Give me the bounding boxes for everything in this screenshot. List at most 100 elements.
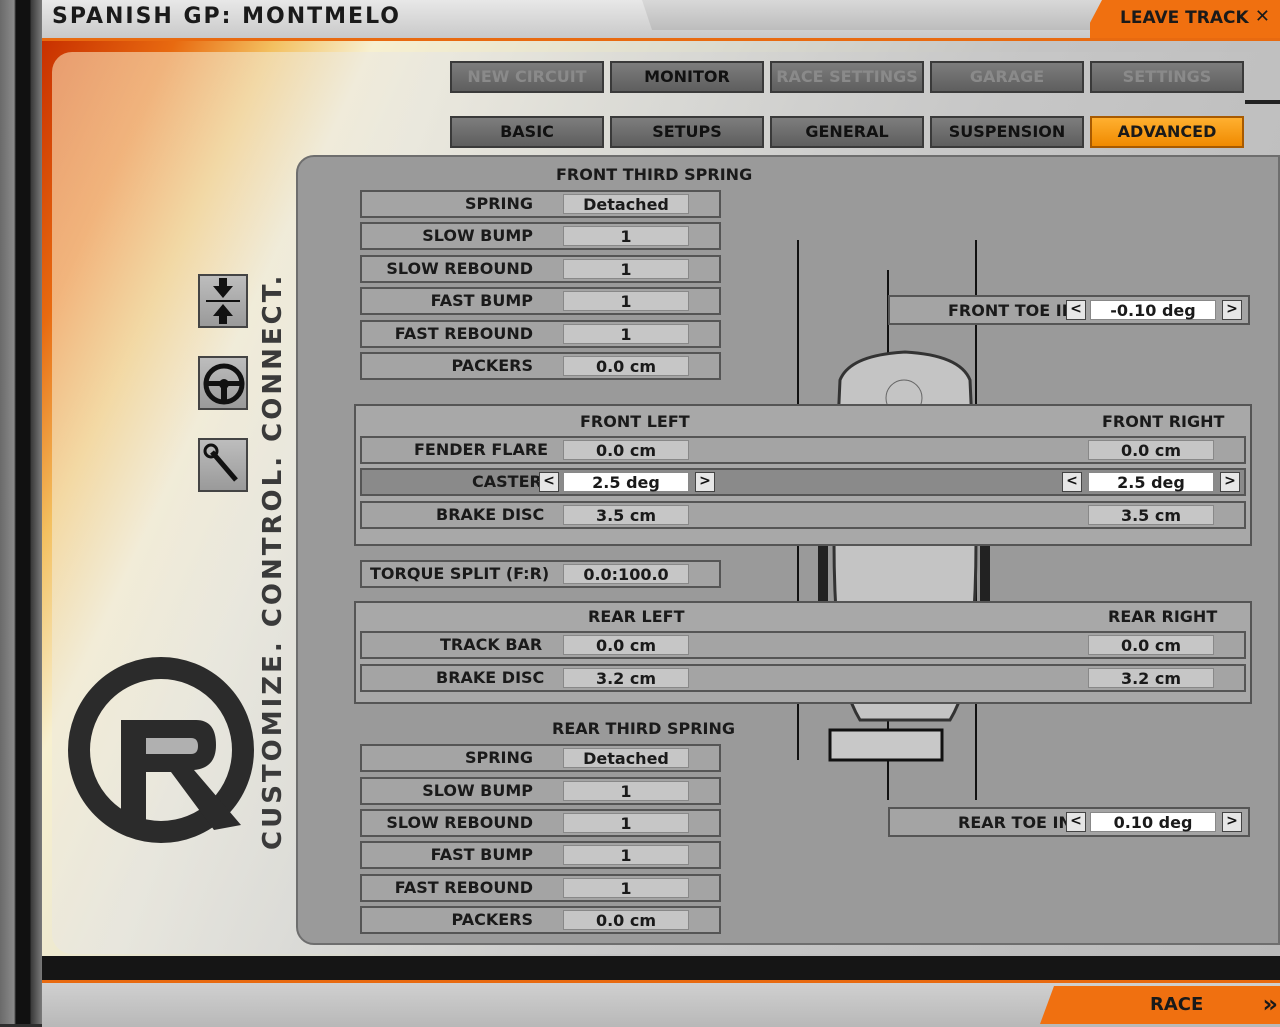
- caster-left-increase-button[interactable]: >: [695, 472, 715, 492]
- front-fast-rebound-value[interactable]: 1: [563, 324, 689, 344]
- track-bar-row: TRACK BAR 0.0 cm 0.0 cm: [360, 631, 1246, 659]
- rear-slow-bump-value[interactable]: 1: [563, 781, 689, 801]
- wrench-icon[interactable]: [198, 438, 248, 492]
- fender-flare-left-value[interactable]: 0.0 cm: [563, 440, 689, 460]
- front-toe-increase-button[interactable]: >: [1222, 300, 1242, 320]
- rear-slow-rebound-value[interactable]: 1: [563, 813, 689, 833]
- caster-left-decrease-button[interactable]: <: [539, 472, 559, 492]
- rear-packers-row: PACKERS 0.0 cm: [360, 906, 721, 934]
- rear-fast-bump-row: FAST BUMP 1: [360, 841, 721, 869]
- caster-left-value[interactable]: 2.5 deg: [563, 472, 689, 492]
- rear-toe-value[interactable]: 0.10 deg: [1090, 812, 1216, 832]
- title-bar-notch: [642, 0, 1122, 30]
- rear-spring-value[interactable]: Detached: [563, 748, 689, 768]
- row-label: FAST REBOUND: [394, 878, 533, 897]
- front-third-spring-title: FRONT THIRD SPRING: [556, 165, 753, 184]
- row-label: FAST REBOUND: [394, 324, 533, 343]
- rear-spring-row: SPRING Detached: [360, 744, 721, 772]
- leave-track-button[interactable]: LEAVE TRACK ✕: [1090, 0, 1280, 38]
- bottom-divider: [42, 956, 1280, 980]
- rear-brake-disc-right-value[interactable]: 3.2 cm: [1088, 668, 1214, 688]
- front-right-title: FRONT RIGHT: [1102, 412, 1225, 431]
- brand-logo: [68, 657, 254, 843]
- tab-setups[interactable]: SETUPS: [610, 116, 764, 148]
- tab-settings[interactable]: SETTINGS: [1090, 61, 1244, 93]
- row-label: CASTER: [472, 472, 542, 491]
- front-spring-row: SPRING Detached: [360, 190, 721, 218]
- left-frame-strip: [0, 0, 42, 1024]
- rear-fast-bump-value[interactable]: 1: [563, 845, 689, 865]
- row-label: SLOW BUMP: [422, 226, 533, 245]
- row-label: FENDER FLARE: [414, 440, 549, 459]
- torque-split-value[interactable]: 0.0:100.0: [563, 564, 689, 584]
- row-label: SLOW BUMP: [422, 781, 533, 800]
- rear-brake-disc-left-value[interactable]: 3.2 cm: [563, 668, 689, 688]
- row-label: SPRING: [464, 748, 533, 767]
- front-toe-value[interactable]: -0.10 deg: [1090, 300, 1216, 320]
- torque-split-row: TORQUE SPLIT (F:R) 0.0:100.0: [360, 560, 721, 588]
- front-fast-bump-row: FAST BUMP 1: [360, 287, 721, 315]
- compress-arrows-icon[interactable]: [198, 274, 248, 328]
- row-label: PACKERS: [451, 910, 533, 929]
- page-title: SPANISH GP: MONTMELO: [52, 4, 401, 29]
- caster-right-decrease-button[interactable]: <: [1062, 472, 1082, 492]
- front-brake-disc-row: BRAKE DISC 3.5 cm 3.5 cm: [360, 501, 1246, 529]
- tab-advanced[interactable]: ADVANCED: [1090, 116, 1244, 148]
- close-icon: ✕: [1254, 6, 1270, 27]
- row-label: BRAKE DISC: [436, 505, 545, 524]
- rear-toe-label: REAR TOE IN: [958, 813, 1072, 832]
- track-bar-right-value[interactable]: 0.0 cm: [1088, 635, 1214, 655]
- rear-toe-increase-button[interactable]: >: [1222, 812, 1242, 832]
- front-packers-row: PACKERS 0.0 cm: [360, 352, 721, 380]
- caster-right-value[interactable]: 2.5 deg: [1088, 472, 1214, 492]
- front-packers-value[interactable]: 0.0 cm: [563, 356, 689, 376]
- row-label: SLOW REBOUND: [386, 259, 533, 278]
- rear-packers-value[interactable]: 0.0 cm: [563, 910, 689, 930]
- front-slow-bump-value[interactable]: 1: [563, 226, 689, 246]
- fender-flare-row: FENDER FLARE 0.0 cm 0.0 cm: [360, 436, 1246, 464]
- front-toe-decrease-button[interactable]: <: [1066, 300, 1086, 320]
- rear-slow-rebound-row: SLOW REBOUND 1: [360, 809, 721, 837]
- rear-toe-row: REAR TOE IN < 0.10 deg >: [888, 807, 1250, 837]
- row-label: SLOW REBOUND: [386, 813, 533, 832]
- row-label: TORQUE SPLIT (F:R): [370, 564, 550, 583]
- rear-third-spring-title: REAR THIRD SPRING: [552, 719, 735, 738]
- front-fast-bump-value[interactable]: 1: [563, 291, 689, 311]
- front-slow-rebound-row: SLOW REBOUND 1: [360, 255, 721, 283]
- rear-left-title: REAR LEFT: [588, 607, 685, 626]
- row-label: FAST BUMP: [430, 291, 533, 310]
- tab-general[interactable]: GENERAL: [770, 116, 924, 148]
- caster-right-increase-button[interactable]: >: [1220, 472, 1240, 492]
- leave-track-label: LEAVE TRACK: [1120, 8, 1249, 28]
- row-label: TRACK BAR: [440, 635, 543, 654]
- tab-race-settings[interactable]: RACE SETTINGS: [770, 61, 924, 93]
- tab-suspension[interactable]: SUSPENSION: [930, 116, 1084, 148]
- tab-monitor[interactable]: MONITOR: [610, 61, 764, 93]
- front-spring-value[interactable]: Detached: [563, 194, 689, 214]
- front-toe-row: FRONT TOE IN < -0.10 deg >: [888, 295, 1250, 325]
- race-button[interactable]: RACE »: [1040, 986, 1280, 1024]
- tab-new-circuit[interactable]: NEW CIRCUIT: [450, 61, 604, 93]
- front-left-title: FRONT LEFT: [580, 412, 690, 431]
- front-brake-disc-left-value[interactable]: 3.5 cm: [563, 505, 689, 525]
- front-fast-rebound-row: FAST REBOUND 1: [360, 320, 721, 348]
- row-label: BRAKE DISC: [436, 668, 545, 687]
- rear-right-title: REAR RIGHT: [1108, 607, 1218, 626]
- tagline: CUSTOMIZE. CONTROL. CONNECT.: [258, 272, 288, 850]
- tab-basic[interactable]: BASIC: [450, 116, 604, 148]
- tab-divider: [1245, 100, 1280, 104]
- steering-wheel-icon[interactable]: [198, 356, 248, 410]
- rear-brake-disc-row: BRAKE DISC 3.2 cm 3.2 cm: [360, 664, 1246, 692]
- rear-fast-rebound-value[interactable]: 1: [563, 878, 689, 898]
- front-brake-disc-right-value[interactable]: 3.5 cm: [1088, 505, 1214, 525]
- tab-garage[interactable]: GARAGE: [930, 61, 1084, 93]
- front-slow-rebound-value[interactable]: 1: [563, 259, 689, 279]
- rear-slow-bump-row: SLOW BUMP 1: [360, 777, 721, 805]
- front-slow-bump-row: SLOW BUMP 1: [360, 222, 721, 250]
- row-label: FAST BUMP: [430, 845, 533, 864]
- fender-flare-right-value[interactable]: 0.0 cm: [1088, 440, 1214, 460]
- rear-toe-decrease-button[interactable]: <: [1066, 812, 1086, 832]
- rear-fast-rebound-row: FAST REBOUND 1: [360, 874, 721, 902]
- race-label: RACE: [1150, 994, 1204, 1015]
- track-bar-left-value[interactable]: 0.0 cm: [563, 635, 689, 655]
